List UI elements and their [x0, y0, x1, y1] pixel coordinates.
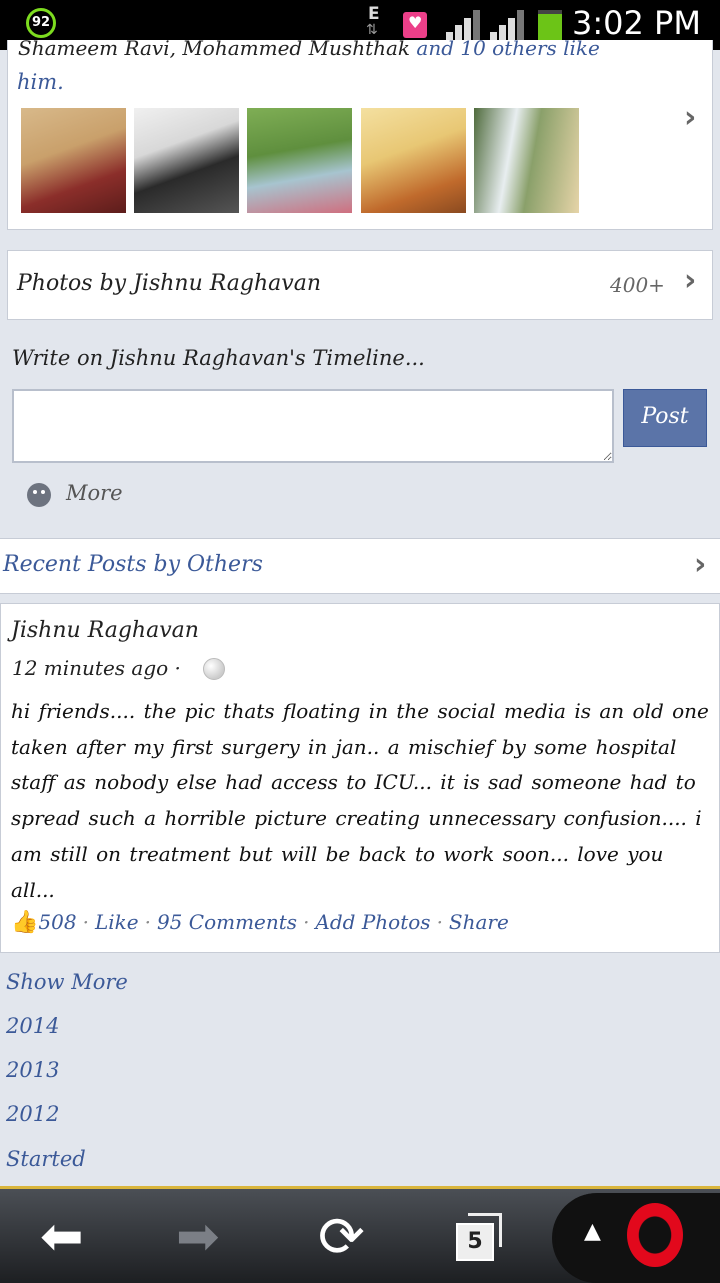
post-author[interactable]: Jishnu Raghavan [11, 618, 199, 643]
browser-toolbar: ⬅ ➡ ⟳ 5 ▲ [0, 1186, 720, 1283]
comments-link[interactable]: 95 Comments [157, 910, 297, 934]
notification-heart-icon [403, 12, 427, 38]
show-more-link[interactable]: Show More [6, 970, 128, 994]
year-2014-link[interactable]: 2014 [6, 1014, 59, 1038]
recent-posts-header[interactable]: Recent Posts by Others › [0, 538, 720, 594]
thumbs-up-icon: 👍 [11, 910, 39, 935]
post-actions: 👍508 · Like · 95 Comments · Add Photos · Share [11, 910, 509, 935]
emoticon-icon[interactable] [27, 483, 51, 507]
tabs-button[interactable]: 5 [456, 1213, 502, 1261]
post-button[interactable]: Post [623, 389, 707, 447]
forward-arrow-icon[interactable]: ➡ [176, 1207, 220, 1267]
reload-icon[interactable]: ⟳ [318, 1205, 365, 1270]
post-card: Jishnu Raghavan 12 minutes ago · hi frie… [0, 603, 720, 953]
friends-card: Shameem Ravi, Mohammed Mushthak and 10 o… [7, 36, 713, 230]
public-globe-icon [203, 658, 225, 680]
post-body-text: hi friends.... the pic thats floating in… [11, 699, 709, 902]
friend-photo-2[interactable] [134, 108, 239, 213]
chevron-right-icon: › [684, 263, 697, 298]
timeline-post-input[interactable] [12, 389, 614, 463]
friend-photo-1[interactable] [21, 108, 126, 213]
battery-percent-badge: 92 [26, 8, 56, 38]
back-arrow-icon[interactable]: ⬅ [40, 1207, 84, 1267]
friend-photo-5[interactable] [474, 108, 579, 213]
post-timestamp[interactable]: 12 minutes ago · [12, 656, 181, 680]
photos-count: 400+ [610, 273, 665, 297]
friends-like-text-line2: him. [17, 70, 64, 94]
like-count[interactable]: 508 [38, 910, 76, 934]
friends-others-link[interactable]: and 10 others like [416, 36, 600, 60]
network-type-indicator: E [368, 4, 380, 24]
year-2013-link[interactable]: 2013 [6, 1058, 59, 1082]
friend-photo-4[interactable] [361, 108, 466, 213]
friends-names[interactable]: Shameem Ravi, Mohammed Mushthak [18, 36, 410, 60]
photos-card[interactable]: Photos by Jishnu Raghavan 400+ › [7, 250, 713, 320]
year-2012-link[interactable]: 2012 [6, 1102, 59, 1126]
menu-up-arrow-icon[interactable]: ▲ [584, 1219, 601, 1244]
friend-photo-3[interactable] [247, 108, 352, 213]
recent-posts-title: Recent Posts by Others [3, 552, 263, 577]
started-link[interactable]: Started [6, 1147, 86, 1171]
opera-logo-icon[interactable] [627, 1203, 683, 1267]
composer-label: Write on Jishnu Raghavan's Timeline... [12, 346, 425, 370]
add-photos-link[interactable]: Add Photos [315, 910, 430, 934]
composer-more-link[interactable]: More [66, 481, 123, 505]
chevron-right-icon: › [694, 547, 707, 582]
photos-title: Photos by Jishnu Raghavan [17, 271, 322, 296]
share-link[interactable]: Share [449, 910, 509, 934]
chevron-right-icon[interactable]: › [684, 100, 696, 135]
like-link[interactable]: Like [95, 910, 139, 934]
friends-like-text: Shameem Ravi, Mohammed Mushthak and 10 o… [18, 36, 600, 60]
